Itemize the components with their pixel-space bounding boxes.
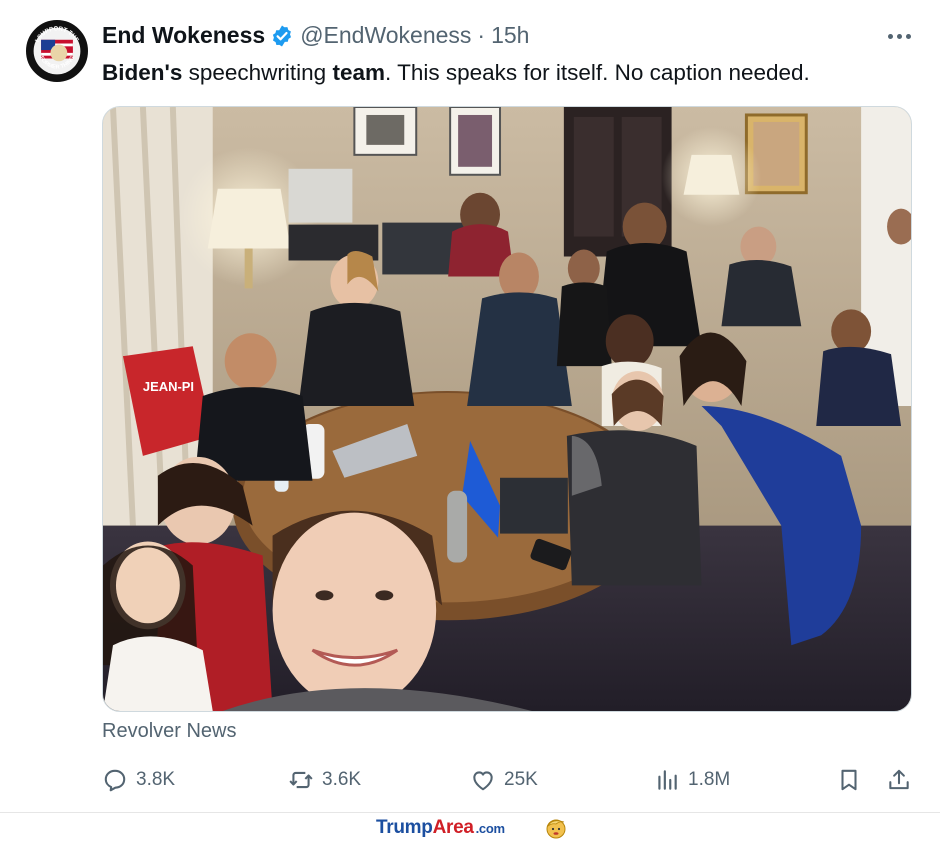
brand-part1: Trump bbox=[376, 817, 433, 838]
views-count: 1.8M bbox=[688, 769, 731, 790]
brand-part3: .com bbox=[475, 821, 505, 836]
trump-face-icon bbox=[546, 819, 566, 839]
more-options-button[interactable] bbox=[884, 24, 914, 48]
tweet-actions-bar: 3.8K 3.6K 25K 1.8M bbox=[102, 762, 914, 798]
tweet-text-part: Biden's bbox=[102, 60, 183, 85]
share-button[interactable] bbox=[886, 762, 912, 798]
reply-count: 3.8K bbox=[136, 769, 176, 790]
tweet-timestamp[interactable]: 15h bbox=[491, 22, 529, 49]
group-photo-image: JEAN-PI bbox=[103, 107, 911, 711]
photo-shirt-text: JEAN-PI bbox=[143, 379, 194, 394]
reply-button[interactable]: 3.8K bbox=[102, 762, 175, 798]
like-count: 25K bbox=[504, 769, 538, 790]
watermark-footer: TrumpArea .com bbox=[0, 812, 940, 841]
tweet-header: End Wokeness @EndWokeness · 15h bbox=[102, 22, 529, 49]
verified-badge-icon bbox=[273, 25, 292, 46]
tweet-card: I SUPPORT THE FORMER THING End Wokeness … bbox=[0, 0, 940, 812]
tweet-photo[interactable]: JEAN-PI bbox=[102, 106, 912, 712]
card-source-label[interactable]: Revolver News bbox=[102, 720, 236, 743]
author-avatar[interactable]: I SUPPORT THE FORMER THING bbox=[26, 20, 88, 82]
tweet-text: Biden's speechwriting team. This speaks … bbox=[102, 58, 810, 88]
repost-count: 3.6K bbox=[322, 769, 362, 790]
more-options-icon bbox=[887, 33, 893, 39]
author-handle[interactable]: @EndWokeness bbox=[300, 22, 471, 49]
header-separator: · bbox=[477, 22, 486, 48]
share-icon bbox=[889, 769, 909, 790]
repost-button[interactable]: 3.6K bbox=[288, 762, 361, 798]
repost-icon bbox=[289, 771, 313, 789]
author-name[interactable]: End Wokeness bbox=[102, 22, 265, 49]
views-icon bbox=[658, 770, 677, 790]
bookmark-icon bbox=[841, 769, 857, 791]
tweet-text-part: speechwriting bbox=[182, 60, 333, 85]
reply-icon bbox=[104, 769, 126, 792]
bookmark-button[interactable] bbox=[836, 762, 862, 798]
tweet-text-part: . This speaks for itself. No caption nee… bbox=[384, 60, 810, 85]
watermark-brand: TrumpArea .com bbox=[376, 817, 505, 839]
heart-icon bbox=[473, 771, 493, 791]
brand-part2: Area bbox=[432, 817, 474, 838]
avatar-badge-icon: I SUPPORT THE FORMER THING bbox=[28, 22, 86, 80]
views-button[interactable]: 1.8M bbox=[654, 762, 730, 798]
tweet-text-part: team bbox=[332, 60, 385, 85]
like-button[interactable]: 25K bbox=[470, 762, 538, 798]
